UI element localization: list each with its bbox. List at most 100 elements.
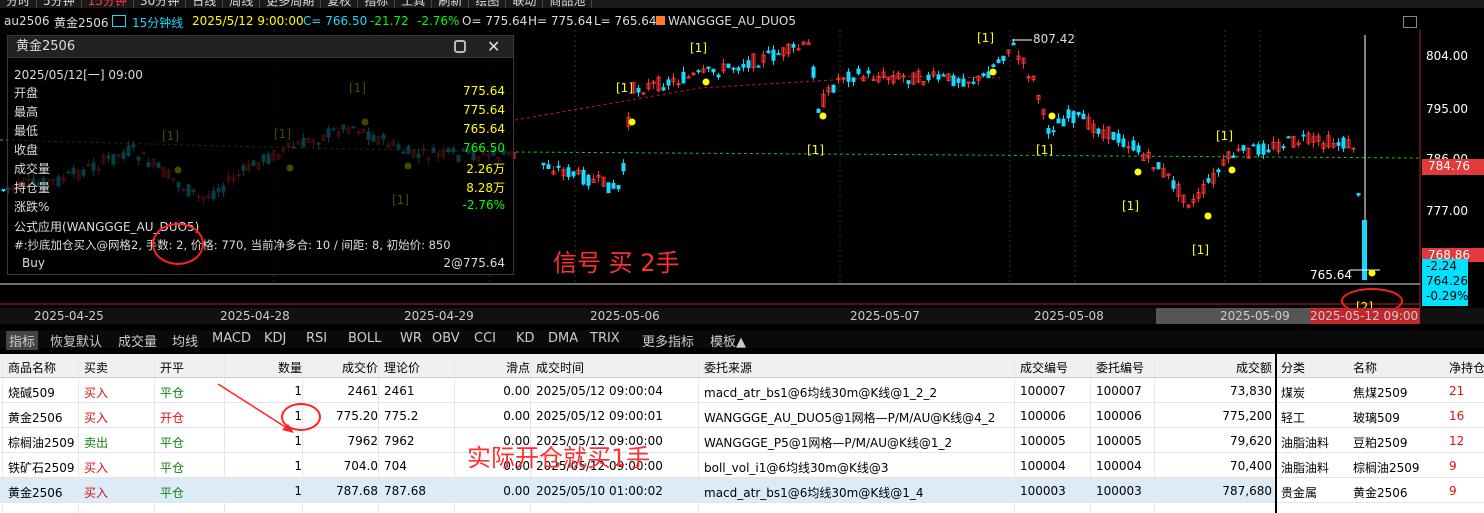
strategy-name: WANGGGE_AU_DUO5 [668,14,796,28]
tab-5[interactable]: 周线 [223,0,261,8]
tab-7[interactable]: 复权 [321,0,359,8]
tab-4[interactable]: 日线 [186,0,224,8]
table-cell: 70,400 [1230,459,1272,473]
indicator-tab[interactable]: KD [516,331,535,346]
candle-body [986,71,991,79]
indicator-tab[interactable]: RSI [306,331,327,346]
table-cell: 100003 [1020,484,1066,498]
column-header[interactable]: 开平 [160,359,230,376]
candle-body [1341,137,1346,149]
tab-6[interactable]: 更多周期 [260,0,322,8]
position-column-header[interactable]: 净持仓 [1449,359,1484,376]
column-header[interactable]: 成交额 [1160,359,1272,376]
table-cell: 100004 [1020,459,1066,473]
indicator-tab[interactable]: KDJ [264,331,286,346]
indicator-tab[interactable]: MACD [212,331,251,346]
table-cell: macd_atr_bs1@6均线30m@K线@1_2_2 [704,386,938,400]
column-header[interactable]: 委托来源 [704,359,1014,376]
window-restore-icon[interactable] [1403,16,1417,28]
indicator-tab[interactable]: BOLL [348,331,381,346]
candle-body [766,50,771,54]
column-header[interactable]: 委托编号 [1096,359,1156,376]
column-header[interactable]: 商品名称 [8,359,84,376]
column-header[interactable]: 理论价 [384,359,454,376]
table-cell: 0.00 [503,384,530,398]
indicator-tab[interactable]: 更多指标 [642,331,694,350]
tab-11[interactable]: 绘图 [469,0,507,8]
candle-body [1116,133,1121,143]
indicator-tab[interactable]: CCI [474,331,496,346]
signal-mark: [1] [807,143,824,157]
grid-icon[interactable] [112,15,126,27]
candle-body [956,78,961,83]
lock-icon[interactable] [454,40,466,53]
table-cell: 100004 [1096,459,1142,473]
table-cell: 100005 [1096,434,1142,448]
trade-table: 商品名称 买卖 开平 数量 成交价 理论价 滑点 成交时间 委托来源 成交编号 委托编号 成交额 烧碱5… [0,354,1275,513]
popup-row-label: 持仓量 [14,181,51,195]
candle-body [706,66,711,69]
indicator-tab[interactable]: WR [400,331,422,346]
column-header[interactable]: 成交价 [308,359,378,376]
column-header[interactable]: 成交时间 [536,359,696,376]
position-cell: 21 [1449,384,1465,398]
indicator-tab[interactable]: 恢复默认 [50,331,102,350]
candle-body [1356,193,1361,196]
table-cell: 100005 [1020,434,1066,448]
position-cell: 豆粕2509 [1353,436,1408,450]
popup-row-value: 8.28万 [466,181,505,195]
position-cell: 12 [1449,434,1465,448]
low-value: L= 765.64 [594,14,657,28]
indicator-tab[interactable]: 成交量 [118,331,157,350]
tab-1[interactable]: 5分钟 [37,0,82,8]
position-column-header[interactable]: 分类 [1281,359,1305,376]
candle-body [991,64,996,68]
tab-12[interactable]: 联动 [506,0,544,8]
date-label: 2025-05-08 [1034,309,1104,323]
candle-body [1351,147,1356,150]
candle-body [1111,131,1116,141]
indicator-tab[interactable]: 模板▲ [710,331,746,350]
tab-13[interactable]: 商品池 [543,0,593,8]
position-cell: 油脂油料 [1281,461,1330,475]
indicator-tab[interactable]: DMA [548,331,578,346]
change-value: -21.72 [370,14,409,28]
candle-body [1206,178,1211,183]
candle-body [941,74,946,77]
candle-body [566,167,571,177]
tab-9[interactable]: 工具 [395,0,433,8]
indicator-tab[interactable]: 均线 [172,331,198,350]
table-cell: 787,680 [1222,484,1272,498]
tab-10[interactable]: 刷新 [432,0,470,8]
close-icon[interactable]: ✕ [487,36,500,58]
column-header[interactable]: 成交编号 [1020,359,1090,376]
symbol-code: au2506 [4,14,50,28]
candle-body [831,84,836,93]
position-column-header[interactable]: 名称 [1353,359,1377,376]
action-label: Buy [22,256,45,270]
candle-body [636,88,641,93]
candle-body [816,108,821,113]
indicator-tab[interactable]: 指标 [6,331,39,350]
popup-date: 2025/05/12[一] 09:00 [14,68,143,82]
tab-3[interactable]: 30分钟 [134,0,187,8]
tab-0[interactable]: 分时 [0,0,38,8]
column-header[interactable]: 买卖 [84,359,160,376]
candle-body [811,66,816,78]
column-header[interactable]: 数量 [230,359,302,376]
candle-body [616,185,621,190]
quote-info-bar: au2506 黄金2506 15分钟线 2025/5/12 9:00:00 C=… [0,10,1484,47]
column-header[interactable]: 滑点 [460,359,530,376]
date-label: 2025-05-06 [590,309,660,323]
signal-dot [1228,166,1236,174]
table-cell: 平仓 [160,486,185,500]
indicator-tab[interactable]: TRIX [590,331,620,346]
tab-8[interactable]: 指标 [358,0,396,8]
close-value: C= 766.50 [303,14,368,28]
table-cell: 买入 [84,411,109,425]
tab-2[interactable]: 15分钟 [82,0,134,8]
indicator-tab[interactable]: OBV [432,331,460,346]
date-label: 2025-04-28 [220,309,290,323]
bar-info-popup: 黄金2506 ✕ 2025/05/12[一] 09:00 开盘 775.64 最高 7… [7,35,514,275]
candle-body [1266,149,1271,153]
